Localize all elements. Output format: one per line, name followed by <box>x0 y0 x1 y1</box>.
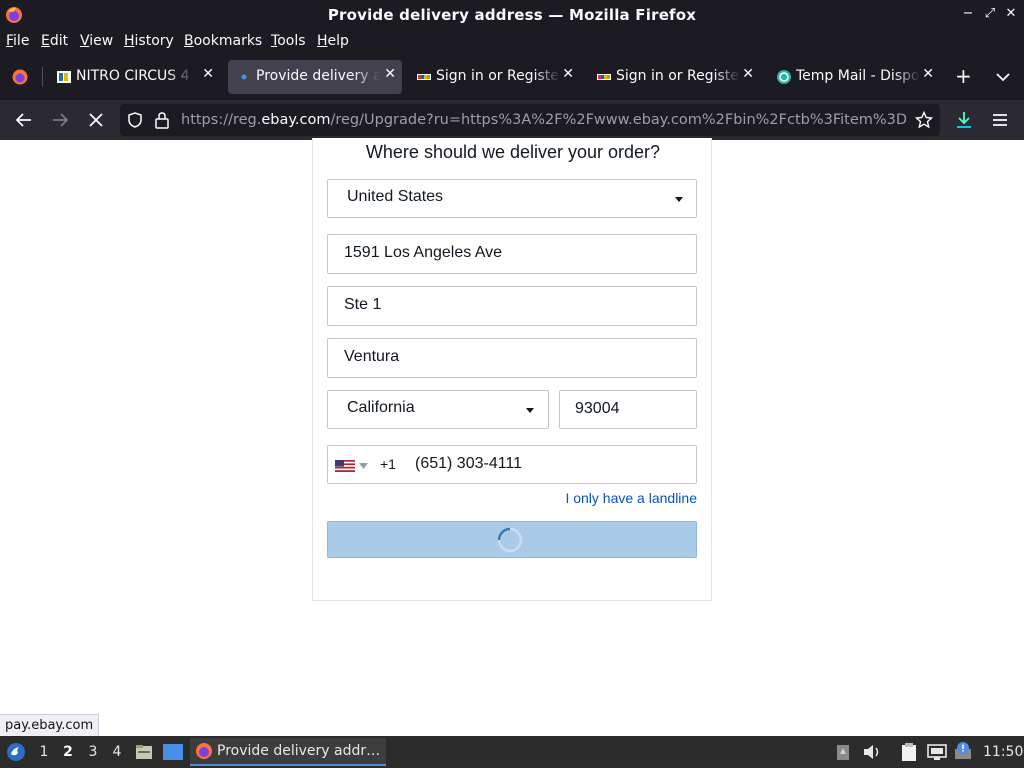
taskbar-app-firefox[interactable]: Provide delivery addr… <box>190 738 386 766</box>
country-select[interactable]: United States <box>327 179 697 218</box>
close-window-button[interactable]: ✕ <box>1002 6 1020 21</box>
clipboard-icon[interactable] <box>835 743 851 761</box>
street-address-value: 1591 Los Angeles Ave <box>344 244 503 261</box>
phone-country-code: +1 <box>380 456 396 472</box>
taskbar-clock: 11:50 <box>983 744 1024 760</box>
show-desktop-icon[interactable] <box>162 743 184 761</box>
close-tab-icon[interactable]: ✕ <box>922 66 934 82</box>
dropdown-caret-icon <box>526 408 534 413</box>
new-tab-button[interactable]: + <box>955 64 972 88</box>
menu-history[interactable]: History <box>124 33 174 49</box>
menu-bookmarks[interactable]: Bookmarks <box>184 33 262 49</box>
window-title: Provide delivery address — Mozilla Firef… <box>327 6 697 24</box>
menu-help[interactable]: Help <box>317 33 349 49</box>
shield-icon[interactable] <box>126 111 144 129</box>
delivery-form-card: Where should we deliver your order? Unit… <box>312 138 712 601</box>
state-value: California <box>347 399 415 416</box>
chevron-down-icon[interactable] <box>359 463 368 469</box>
stop-loading-icon[interactable] <box>84 108 108 132</box>
street-address-field[interactable]: 1591 Los Angeles Ave <box>327 234 697 274</box>
navigation-toolbar: https://reg.ebay.com/reg/Upgrade?ru=http… <box>0 100 1024 140</box>
notes-icon[interactable] <box>900 742 918 762</box>
taskbar-app-label: Provide delivery addr… <box>217 743 381 759</box>
workspace-1[interactable]: 1 <box>37 744 51 760</box>
loading-spinner-icon <box>497 527 523 553</box>
close-tab-icon[interactable]: ✕ <box>742 66 754 82</box>
phone-field[interactable]: +1 (651) 303-4111 <box>327 445 697 484</box>
tab-label: Provide delivery add <box>256 68 380 84</box>
maximize-button[interactable]: ⤢ <box>981 6 999 21</box>
tab-strip: NITRO CIRCUS 4 LE ✕ Provide delivery add… <box>0 53 1024 100</box>
tab-provide-delivery[interactable]: Provide delivery add ✕ <box>228 60 402 94</box>
us-flag-icon[interactable] <box>335 460 355 472</box>
menu-bar: File Edit View History Bookmarks Tools H… <box>0 30 1024 53</box>
country-value: United States <box>347 188 444 205</box>
zip-code-value: 93004 <box>575 400 620 417</box>
url-prefix: https://reg. <box>181 112 262 128</box>
download-icon[interactable] <box>952 108 976 132</box>
ebay-favicon-icon <box>417 74 431 80</box>
tab-label: Temp Mail - Dispos <box>796 68 920 84</box>
start-menu-icon[interactable] <box>6 742 26 762</box>
close-tab-icon[interactable]: ✕ <box>384 66 396 82</box>
workspace-2[interactable]: 2 <box>61 744 75 760</box>
firefox-view-icon[interactable] <box>11 68 29 86</box>
forward-arrow-icon[interactable] <box>48 108 72 132</box>
tab-temp-mail[interactable]: Temp Mail - Dispos ✕ <box>768 60 940 94</box>
close-tab-icon[interactable]: ✕ <box>562 66 574 82</box>
volume-icon[interactable] <box>862 743 882 761</box>
tab-label: NITRO CIRCUS 4 LE <box>76 68 194 84</box>
city-field[interactable]: Ventura <box>327 338 697 378</box>
hamburger-menu-icon[interactable] <box>988 108 1012 132</box>
page-content: Where should we deliver your order? Unit… <box>0 138 1024 736</box>
form-heading: Where should we deliver your order? <box>365 142 661 162</box>
url-domain: ebay.com <box>261 112 331 128</box>
taskbar: 1 2 3 4 Provide delivery addr… 11:50 <box>0 736 1024 768</box>
menu-view[interactable]: View <box>80 33 113 49</box>
menu-file[interactable]: File <box>6 33 29 49</box>
workspace-4[interactable]: 4 <box>110 744 124 760</box>
city-value: Ventura <box>344 348 400 365</box>
zip-code-field[interactable]: 93004 <box>559 390 697 429</box>
tempmail-favicon-icon <box>777 70 791 84</box>
dropdown-caret-icon <box>675 197 683 202</box>
minimize-button[interactable]: − <box>959 6 977 21</box>
tab-label: Sign in or Register <box>436 68 560 84</box>
back-arrow-icon[interactable] <box>12 108 36 132</box>
street-address-2-value: Ste 1 <box>344 296 382 313</box>
tab-separator <box>42 67 43 87</box>
continue-button[interactable] <box>327 521 697 558</box>
menu-edit[interactable]: Edit <box>41 33 68 49</box>
status-link-url: pay.ebay.com <box>0 714 100 736</box>
menu-tools[interactable]: Tools <box>271 33 306 49</box>
address-bar[interactable]: https://reg.ebay.com/reg/Upgrade?ru=http… <box>120 104 940 136</box>
loading-dot-icon <box>241 74 247 80</box>
ebay-favicon-icon <box>57 71 71 83</box>
chevron-down-icon[interactable] <box>996 72 1010 82</box>
tab-nitro-circus[interactable]: NITRO CIRCUS 4 LE ✕ <box>48 60 220 94</box>
url-path: /reg/Upgrade?ru=https%3A%2F%2Fwww.ebay.c… <box>330 112 906 128</box>
street-address-2-field[interactable]: Ste 1 <box>327 286 697 326</box>
network-icon[interactable] <box>927 743 947 761</box>
update-notifier-icon[interactable] <box>953 741 973 761</box>
landline-link[interactable]: I only have a landline <box>565 490 697 506</box>
window-titlebar: Provide delivery address — Mozilla Firef… <box>0 0 1024 30</box>
firefox-logo-icon <box>196 743 212 759</box>
star-bookmark-icon[interactable] <box>915 111 933 129</box>
lock-icon[interactable] <box>154 111 170 129</box>
close-tab-icon[interactable]: ✕ <box>202 66 214 82</box>
file-manager-icon[interactable] <box>134 742 154 762</box>
state-select[interactable]: California <box>327 390 549 429</box>
tab-label: Sign in or Register <box>616 68 740 84</box>
phone-value: (651) 303-4111 <box>415 455 523 472</box>
ebay-favicon-icon <box>597 74 611 80</box>
tab-sign-in-2[interactable]: Sign in or Register ✕ <box>588 60 760 94</box>
url-text[interactable]: https://reg.ebay.com/reg/Upgrade?ru=http… <box>181 112 906 128</box>
workspace-3[interactable]: 3 <box>86 744 100 760</box>
tab-sign-in-1[interactable]: Sign in or Register ✕ <box>408 60 580 94</box>
